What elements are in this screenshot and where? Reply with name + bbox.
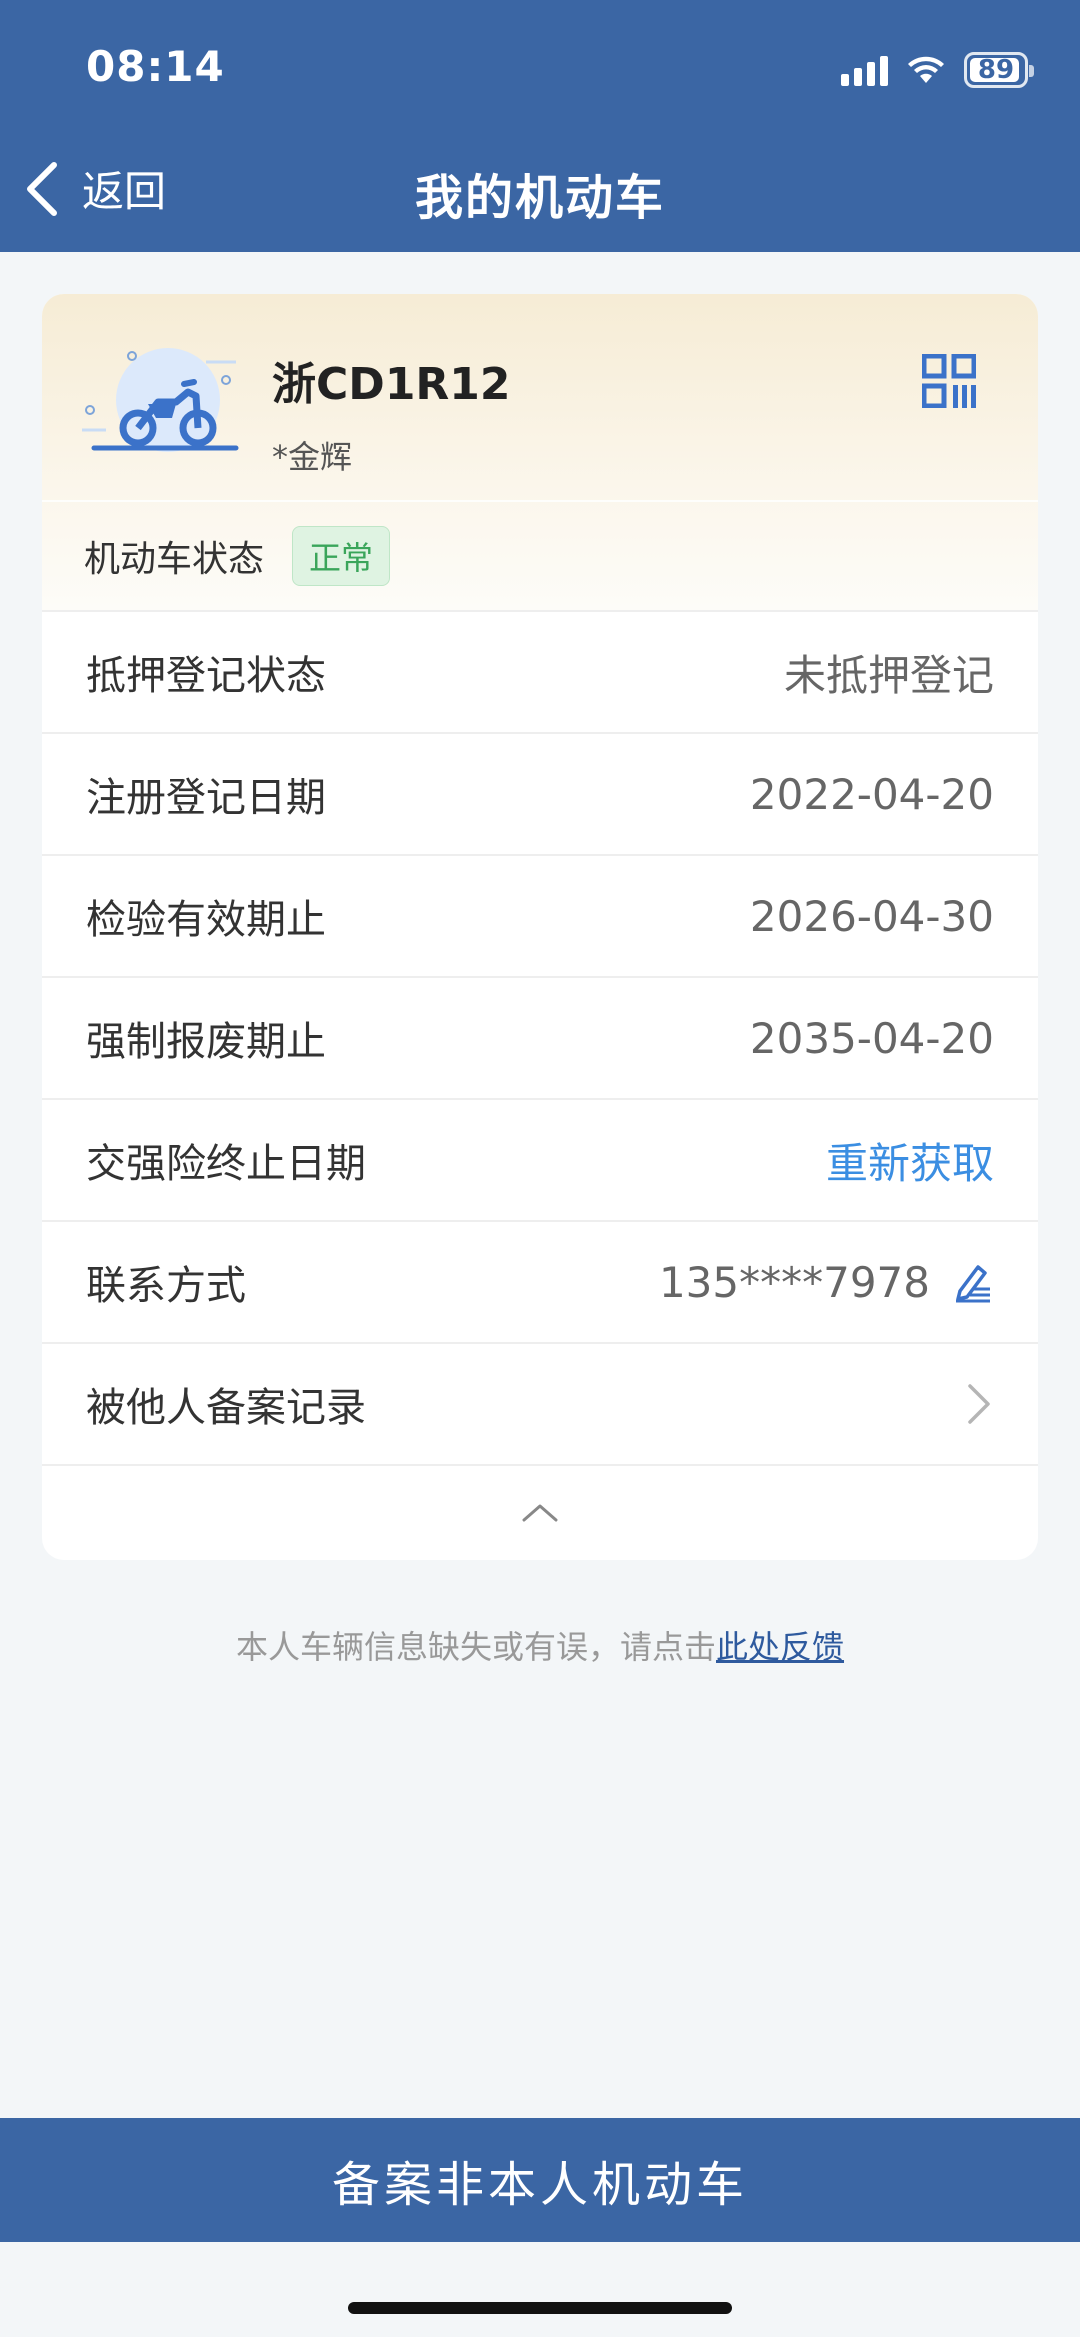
row-value: 2035-04-20 [749,1013,994,1063]
cellular-signal-icon [841,54,888,86]
status-time: 08:14 [86,42,225,91]
row-label: 强制报废期止 [86,1019,326,1065]
feedback-link[interactable]: 此处反馈 [716,1628,844,1666]
vehicle-card-header: 浙CD1R12 *金辉 机动车状态 正常 [42,294,1038,610]
home-indicator [348,2302,732,2314]
feedback-text: 本人车辆信息缺失或有误，请点击 [235,1628,716,1666]
qr-code-icon[interactable] [922,354,976,408]
status-label: 机动车状态 [84,539,265,580]
motorcycle-icon [82,348,239,452]
plate-number: 浙CD1R12 [272,359,511,410]
chevron-up-icon [522,1504,558,1522]
vehicle-card: 浙CD1R12 *金辉 机动车状态 正常 抵押登记状态 未抵押登记 注册登记日期… [42,294,1038,1560]
row-label: 注册登记日期 [86,775,326,821]
page-title: 我的机动车 [414,170,665,226]
row-value: 2022-04-20 [749,769,994,819]
row-label: 联系方式 [86,1263,246,1309]
edit-icon[interactable] [952,1261,994,1303]
battery-icon: 89 [964,52,1034,88]
row-scrap-deadline: 强制报废期止 2035-04-20 [42,976,1038,1098]
phone-number: 135****7978 [658,1257,930,1307]
row-value: 2026-04-30 [749,891,994,941]
battery-level: 89 [977,55,1015,85]
row-label: 被他人备案记录 [86,1385,366,1431]
top-bar: 08:14 89 返回 我的机动车 [0,0,1080,252]
status-badge: 正常 [292,526,391,586]
row-filing-records[interactable]: 被他人备案记录 [42,1342,1038,1464]
row-label: 交强险终止日期 [86,1141,366,1187]
owner-name: *金辉 [272,438,353,476]
row-insurance-end-date: 交强险终止日期 重新获取 [42,1098,1038,1220]
feedback-note: 本人车辆信息缺失或有误，请点击此处反馈 [0,1622,1080,1668]
collapse-button[interactable] [42,1464,1038,1558]
contact-value-group: 135****7978 [659,1258,994,1307]
row-label: 检验有效期止 [86,897,326,943]
row-inspection-valid-until: 检验有效期止 2026-04-30 [42,854,1038,976]
row-value: 未抵押登记 [783,650,994,700]
header-divider [42,500,1038,502]
register-other-vehicle-button[interactable]: 备案非本人机动车 [0,2118,1080,2242]
chevron-right-icon [968,1384,990,1424]
row-label: 抵押登记状态 [86,653,326,699]
row-registration-date: 注册登记日期 2022-04-20 [42,732,1038,854]
refetch-link[interactable]: 重新获取 [826,1130,994,1191]
row-contact: 联系方式 135****7978 [42,1220,1038,1342]
row-mortgage-status: 抵押登记状态 未抵押登记 [42,610,1038,732]
wifi-icon [908,56,944,83]
vehicle-status: 机动车状态 正常 [84,526,391,586]
status-icons: 89 [841,50,1034,90]
